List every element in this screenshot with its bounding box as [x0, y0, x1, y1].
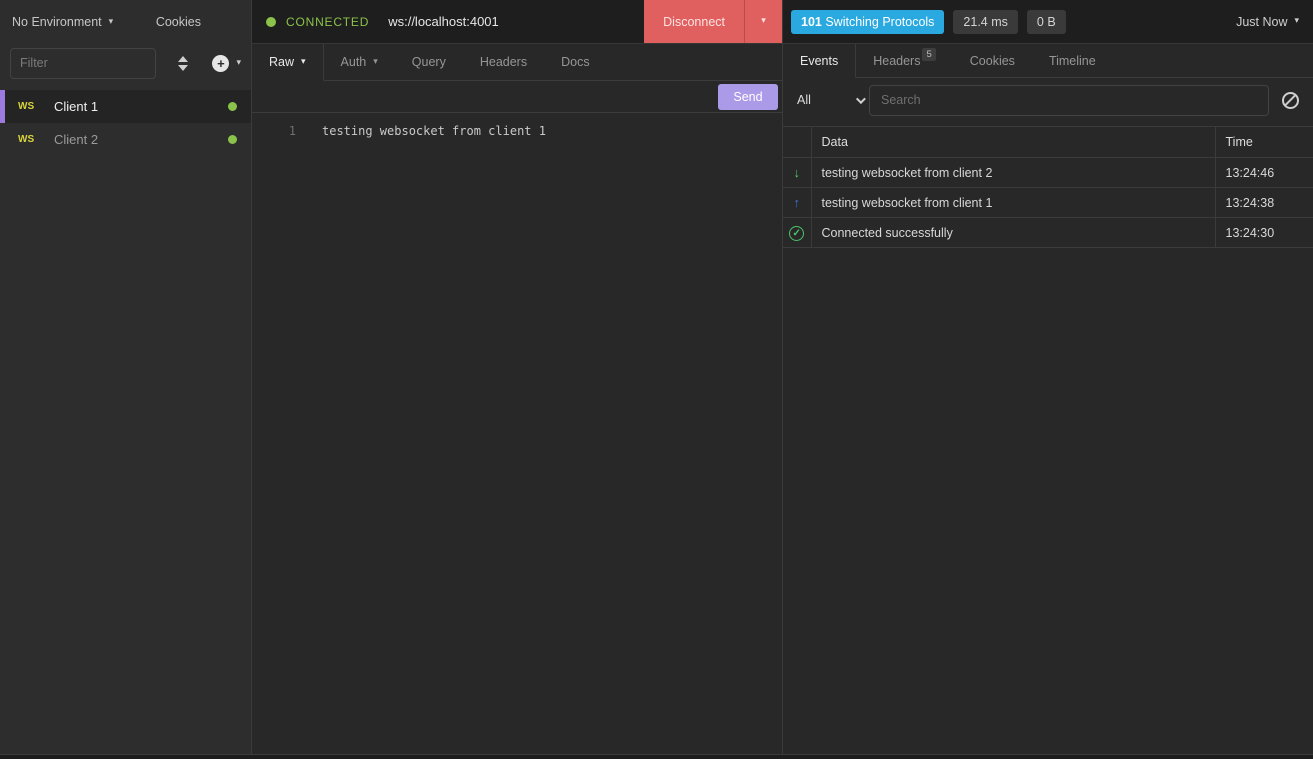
event-data: testing websocket from client 2 [811, 158, 1215, 188]
environment-label: No Environment [12, 15, 102, 29]
url-bar: CONNECTED ws://localhost:4001 Disconnect… [252, 0, 782, 44]
ws-method-tag: WS [18, 134, 42, 145]
headers-count-badge: 5 [922, 48, 935, 61]
response-panel: 101 Switching Protocols 21.4 ms 0 B Just… [783, 0, 1313, 754]
tab-label: Events [800, 54, 838, 68]
ws-method-tag: WS [18, 101, 42, 112]
websocket-url-input[interactable]: ws://localhost:4001 [388, 14, 499, 29]
sidebar: No Environment ▾ Cookies + ▾ [0, 0, 252, 754]
event-row-received[interactable]: ↓ testing websocket from client 2 13:24:… [783, 158, 1313, 188]
status-badge: 101 Switching Protocols [791, 10, 944, 34]
tab-label: Auth [341, 55, 367, 69]
connected-check-icon: ✓ [789, 226, 804, 241]
tab-query[interactable]: Query [395, 44, 463, 80]
environment-selector[interactable]: No Environment ▾ [12, 15, 113, 29]
sidebar-item-client-2[interactable]: WS Client 2 [0, 123, 251, 156]
events-table-header: Data Time [783, 127, 1313, 158]
chevron-down-icon: ▾ [761, 15, 766, 26]
sidebar-header: No Environment ▾ Cookies [0, 0, 251, 44]
chevron-down-icon [856, 94, 866, 104]
send-row: Send [252, 81, 782, 113]
event-time: 13:24:38 [1215, 188, 1313, 218]
tab-events[interactable]: Events [783, 44, 856, 78]
sort-down-triangle [178, 65, 188, 71]
status-text: Switching Protocols [825, 15, 934, 29]
create-request-button[interactable]: + ▾ [212, 55, 241, 72]
connection-status-dot-icon [266, 17, 276, 27]
response-tabbar: Events Headers 5 Cookies Timeline [783, 44, 1313, 78]
events-table: Data Time ↓ testing websocket from clien… [783, 126, 1313, 248]
request-panel: CONNECTED ws://localhost:4001 Disconnect… [252, 0, 783, 754]
tab-label: Query [412, 55, 446, 69]
event-data: testing websocket from client 1 [811, 188, 1215, 218]
sidebar-item-client-1[interactable]: WS Client 1 [0, 90, 251, 123]
chevron-down-icon: ▾ [373, 56, 378, 67]
filter-input[interactable] [10, 48, 156, 79]
request-list: WS Client 1 WS Client 2 [0, 90, 251, 156]
tab-label: Headers [480, 55, 527, 69]
cookies-button[interactable]: Cookies [156, 15, 201, 29]
plus-circle-icon: + [212, 55, 229, 72]
send-button[interactable]: Send [718, 84, 778, 110]
data-column-header: Data [811, 127, 1215, 158]
response-size-badge: 0 B [1027, 10, 1066, 34]
event-type-selected: All [797, 93, 811, 107]
tab-response-headers[interactable]: Headers 5 [856, 44, 953, 77]
tab-label: Headers [873, 54, 920, 68]
app-footer [0, 754, 1313, 759]
editor-line-text: testing websocket from client 1 [322, 121, 546, 141]
message-sent-icon: ↑ [794, 195, 801, 210]
tab-label: Raw [269, 55, 294, 69]
icon-column-header [783, 127, 811, 158]
time-column-header: Time [1215, 127, 1313, 158]
event-row-connected[interactable]: ✓ Connected successfully 13:24:30 [783, 218, 1313, 248]
tab-body-raw[interactable]: Raw ▾ [252, 44, 324, 81]
tab-auth[interactable]: Auth ▾ [324, 44, 395, 80]
cookies-label: Cookies [156, 15, 201, 29]
event-type-select[interactable]: All [797, 93, 869, 107]
event-data: Connected successfully [811, 218, 1215, 248]
request-name: Client 2 [54, 132, 98, 147]
event-row-sent[interactable]: ↑ testing websocket from client 1 13:24:… [783, 188, 1313, 218]
chevron-down-icon: ▾ [1294, 15, 1299, 26]
clear-events-icon[interactable] [1282, 92, 1299, 109]
events-search-input[interactable] [869, 85, 1269, 116]
event-time: 13:24:46 [1215, 158, 1313, 188]
line-number: 1 [252, 121, 296, 141]
disconnect-dropdown-button[interactable]: ▾ [744, 0, 782, 43]
response-time-badge: 21.4 ms [953, 10, 1017, 34]
chevron-down-icon: ▾ [301, 56, 306, 67]
chevron-down-icon: ▾ [109, 16, 114, 27]
disconnect-label: Disconnect [663, 15, 725, 29]
connected-dot-icon [228, 135, 237, 144]
app-window: No Environment ▾ Cookies + ▾ [0, 0, 1313, 759]
status-code: 101 [801, 15, 822, 29]
request-name: Client 1 [54, 99, 98, 114]
response-meta-bar: 101 Switching Protocols 21.4 ms 0 B Just… [783, 0, 1313, 44]
response-history-dropdown[interactable]: Just Now ▾ [1236, 15, 1299, 29]
sidebar-filter-row: + ▾ [0, 44, 251, 82]
sort-up-triangle [178, 56, 188, 62]
disconnect-button-group: Disconnect ▾ [644, 0, 782, 43]
events-filter-row: All [783, 78, 1313, 122]
tab-label: Cookies [970, 54, 1015, 68]
connection-status-label: CONNECTED [286, 15, 369, 29]
tab-docs[interactable]: Docs [544, 44, 606, 80]
tab-response-cookies[interactable]: Cookies [953, 44, 1032, 77]
chevron-down-icon: ▾ [236, 57, 241, 68]
message-received-icon: ↓ [794, 165, 801, 180]
connected-dot-icon [228, 102, 237, 111]
request-tabbar: Raw ▾ Auth ▾ Query Headers Docs [252, 44, 782, 81]
tab-label: Timeline [1049, 54, 1096, 68]
message-editor[interactable]: 1 testing websocket from client 1 [252, 113, 782, 754]
event-time: 13:24:30 [1215, 218, 1313, 248]
tab-label: Docs [561, 55, 589, 69]
disconnect-button[interactable]: Disconnect [644, 0, 744, 43]
recency-label: Just Now [1236, 15, 1287, 29]
tab-headers[interactable]: Headers [463, 44, 544, 80]
sort-icon[interactable] [172, 51, 194, 75]
tab-timeline[interactable]: Timeline [1032, 44, 1113, 77]
